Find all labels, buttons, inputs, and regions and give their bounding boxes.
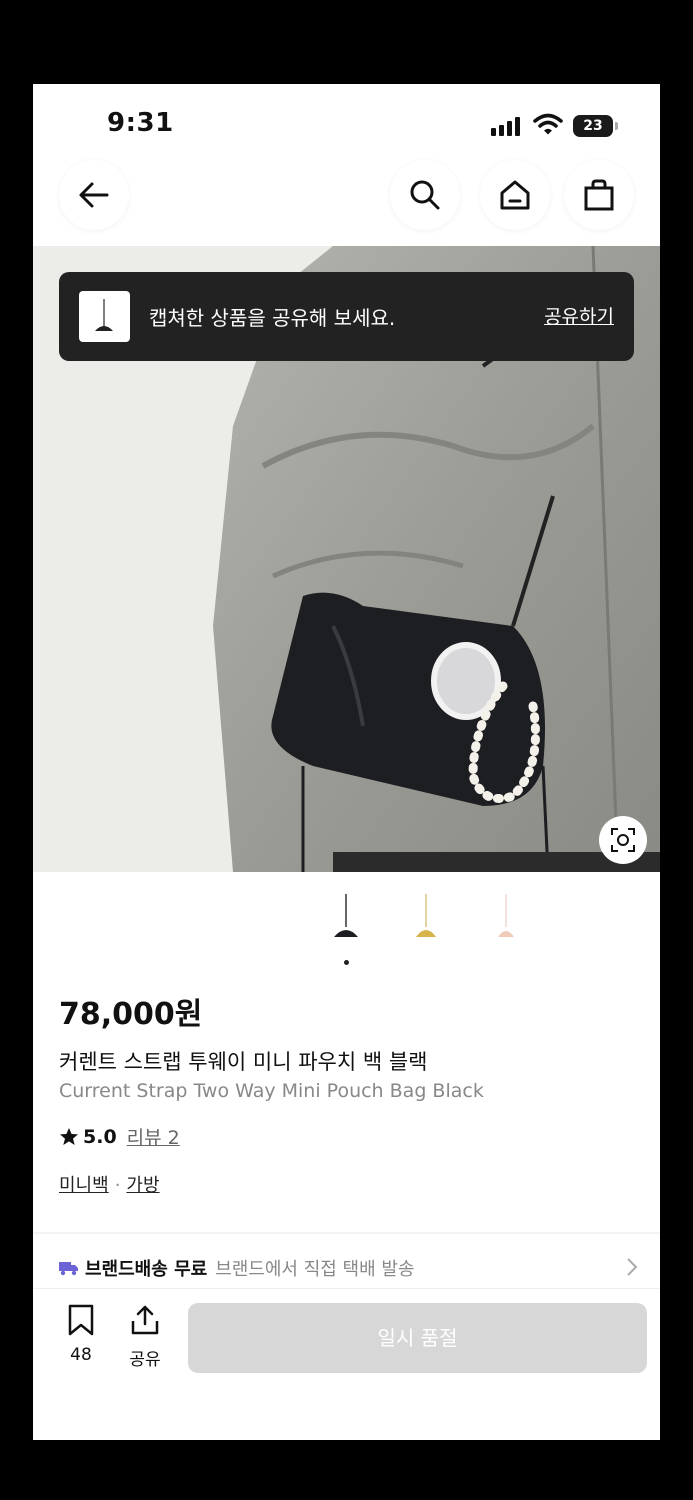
toast-message: 캡쳐한 상품을 공유해 보세요. — [149, 306, 396, 330]
share-label: 공유 — [129, 1350, 161, 1370]
bottom-action-bar: 48 공유 일시 품절 — [33, 1288, 660, 1440]
toast-share-link[interactable]: 공유하기 — [544, 302, 614, 329]
section-divider — [33, 1232, 660, 1234]
category-link-minibag[interactable]: 미니백 — [59, 1175, 109, 1196]
product-rating: 5.0 리뷰 2 — [59, 1123, 180, 1150]
home-button[interactable] — [480, 160, 550, 230]
chevron-right-icon — [627, 1258, 638, 1276]
shipping-description: 브랜드에서 직접 택배 발송 — [215, 1259, 415, 1280]
status-bar: 9:31 23 — [33, 84, 660, 164]
status-time: 9:31 — [107, 108, 174, 138]
sold-out-button[interactable]: 일시 품절 — [188, 1303, 647, 1373]
battery-level: 23 — [583, 118, 603, 134]
product-name-english: Current Strap Two Way Mini Pouch Bag Bla… — [59, 1080, 484, 1102]
bookmark-icon — [68, 1304, 94, 1336]
cellular-signal-icon — [491, 116, 523, 136]
truck-icon — [59, 1262, 78, 1276]
cart-button[interactable] — [564, 160, 634, 230]
thumbnail-gold[interactable] — [406, 889, 446, 949]
wifi-icon — [533, 113, 563, 135]
phone-screen: 9:31 23 캡쳐한 상품을 공유해 보세요. 공유하기 78,000원 커렌… — [33, 84, 660, 1440]
lens-search-icon — [611, 828, 635, 852]
search-icon — [410, 180, 440, 210]
product-name-korean: 커렌트 스트랩 투웨이 미니 파우치 백 블랙 — [59, 1050, 428, 1074]
star-icon — [60, 1127, 78, 1145]
battery-nub — [615, 122, 618, 130]
shopping-bag-icon — [584, 179, 614, 211]
back-button[interactable] — [59, 160, 129, 230]
share-icon — [131, 1305, 159, 1335]
toast-product-thumbnail — [79, 291, 130, 342]
search-button[interactable] — [390, 160, 460, 230]
rating-score: 5.0 — [83, 1125, 117, 1148]
home-icon — [500, 180, 530, 210]
battery-icon: 23 — [573, 115, 613, 137]
back-arrow-icon — [79, 182, 109, 208]
shipping-label: 브랜드배송 무료 — [85, 1259, 208, 1280]
share-capture-toast: 캡쳐한 상품을 공유해 보세요. 공유하기 — [59, 272, 634, 361]
share-button[interactable]: 공유 — [123, 1304, 167, 1370]
product-price: 78,000원 — [59, 997, 203, 1032]
category-separator: · — [114, 1175, 121, 1196]
shipping-info-row[interactable]: 브랜드배송 무료 브랜드에서 직접 택배 발송 — [59, 1254, 639, 1282]
bookmark-count: 48 — [70, 1345, 92, 1365]
category-link-bag[interactable]: 가방 — [126, 1175, 159, 1196]
thumbnail-black[interactable] — [326, 889, 366, 949]
bookmark-button[interactable]: 48 — [59, 1304, 103, 1365]
thumbnail-indicator-dot — [344, 960, 349, 965]
thumbnail-pink[interactable] — [486, 889, 526, 949]
lens-search-button[interactable] — [599, 816, 647, 864]
review-link[interactable]: 리뷰 2 — [127, 1123, 180, 1150]
category-breadcrumb: 미니백 · 가방 — [59, 1171, 160, 1197]
